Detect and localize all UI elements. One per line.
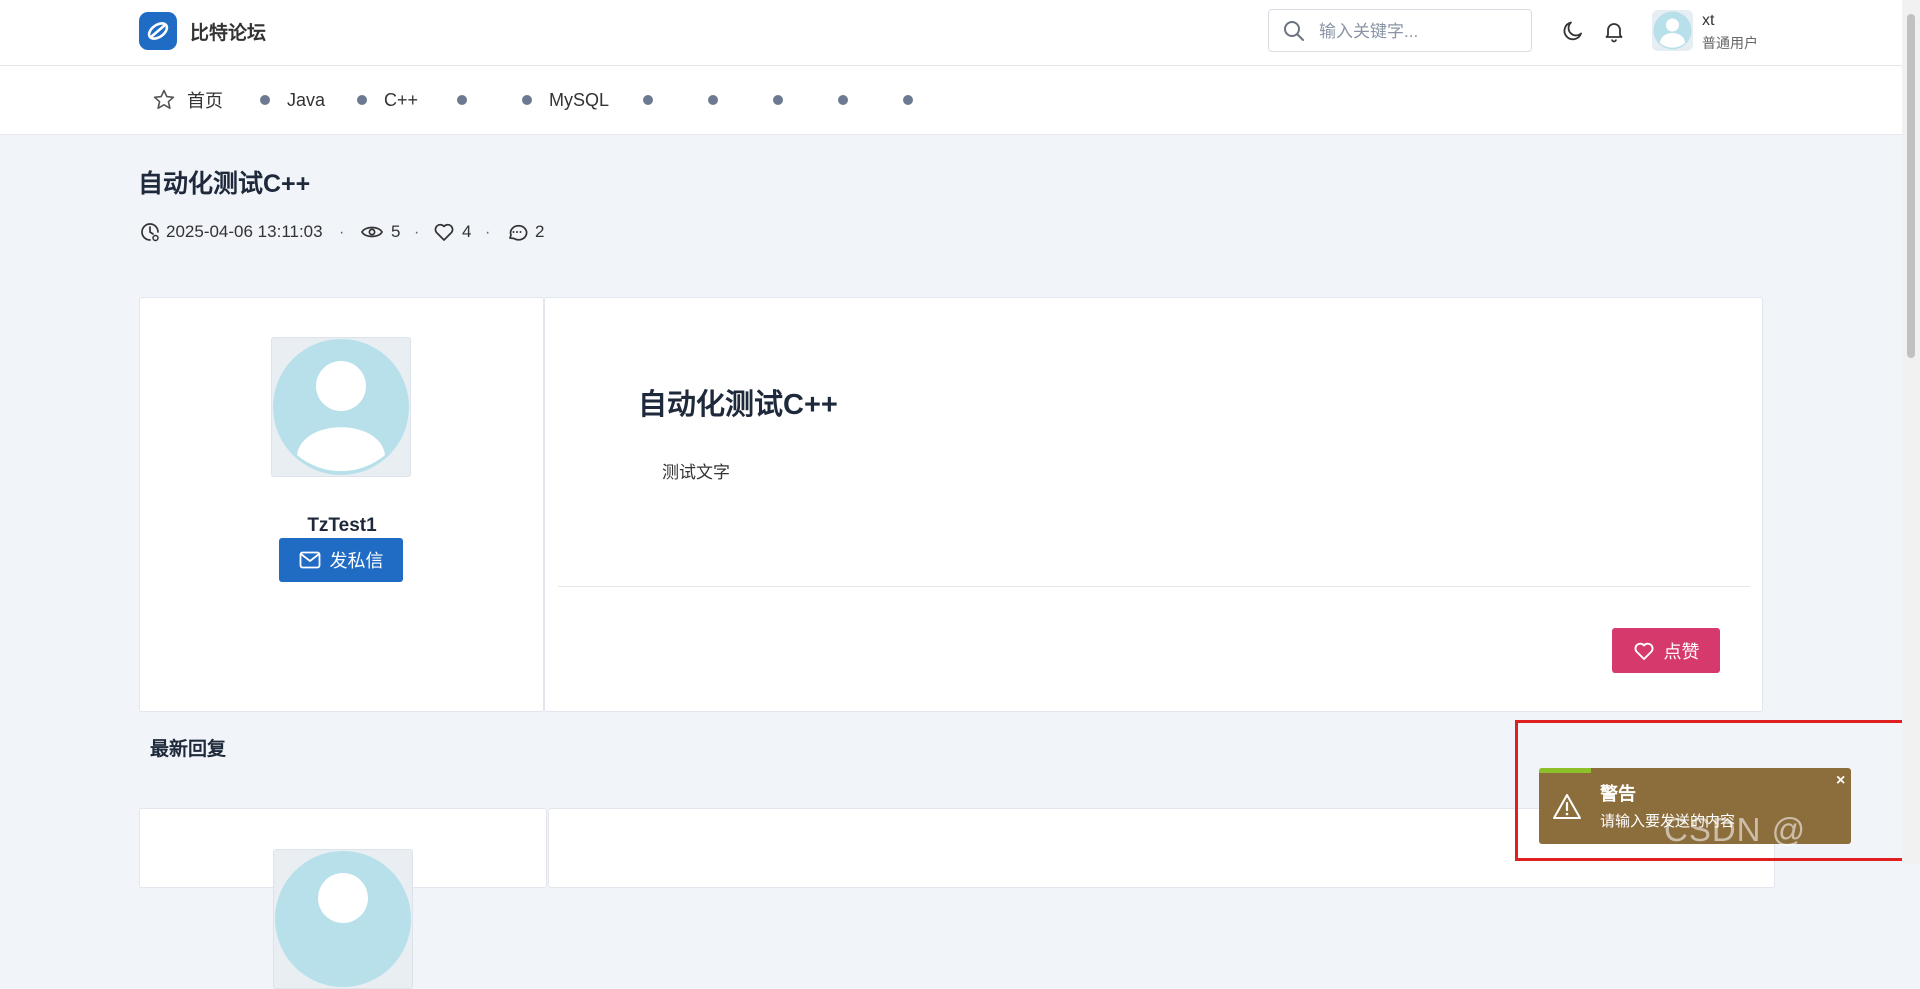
nav-item-label: Java (287, 89, 326, 110)
bell-icon[interactable] (1602, 19, 1626, 43)
latest-replies-title: 最新回复 (150, 739, 227, 760)
dot-icon (838, 95, 848, 105)
brand-name[interactable]: 比特论坛 (190, 18, 266, 45)
dot-icon (708, 95, 718, 105)
nav-item-label: MySQL (549, 89, 610, 110)
post-date: 2025-04-06 13:11:03 (139, 221, 323, 243)
content-divider (558, 586, 1750, 587)
likes-count: 4 (462, 222, 472, 241)
content-title: 自动化测试C++ (638, 389, 838, 421)
nav-item-5[interactable] (643, 66, 670, 134)
post-content-card: 自动化测试C++ 测试文字 点赞 (544, 297, 1763, 712)
scrollbar[interactable] (1902, 0, 1920, 864)
category-nav: 首页 Java C++ MySQL (0, 66, 1902, 135)
logo-icon[interactable] (139, 12, 177, 50)
close-icon[interactable]: × (1836, 771, 1845, 791)
user-avatar[interactable] (1652, 10, 1693, 51)
dot-icon (522, 95, 532, 105)
eye-icon (360, 221, 384, 243)
meta-separator: · (485, 224, 491, 241)
watermark: CSDN @ (1664, 811, 1807, 848)
search-icon (1283, 20, 1305, 47)
like-label: 点赞 (1663, 641, 1700, 662)
star-icon (152, 88, 176, 112)
content-text: 测试文字 (662, 463, 730, 482)
nav-item-java[interactable]: Java (260, 66, 325, 134)
send-message-label: 发私信 (329, 551, 384, 571)
meta-separator: · (414, 224, 420, 241)
search-box[interactable] (1268, 9, 1532, 52)
warning-icon (1552, 792, 1582, 825)
author-card: TzTest1 发私信 (139, 297, 544, 712)
meta-separator: · (339, 224, 345, 241)
moon-icon[interactable] (1561, 19, 1585, 43)
clock-icon (139, 221, 161, 243)
dot-icon (357, 95, 367, 105)
search-input[interactable] (1317, 18, 1521, 46)
user-role: 普通用户 (1702, 35, 1758, 51)
page-title: 自动化测试C++ (138, 170, 311, 198)
toast-title: 警告 (1600, 784, 1636, 804)
comment-icon (506, 221, 528, 243)
author-avatar[interactable] (271, 337, 411, 477)
reply-author-card (139, 808, 547, 989)
nav-item-cpp[interactable]: C++ (357, 66, 418, 134)
author-name[interactable]: TzTest1 (140, 515, 544, 537)
dot-icon (457, 95, 467, 105)
dot-icon (903, 95, 913, 105)
views-count: 5 (391, 222, 401, 241)
heart-icon (433, 221, 455, 243)
heart-icon (1633, 640, 1655, 662)
nav-item-mysql[interactable]: MySQL (522, 66, 609, 134)
nav-item-label: C++ (384, 89, 419, 110)
nav-home[interactable]: 首页 (152, 66, 223, 134)
nav-item-9[interactable] (903, 66, 930, 134)
nav-item-8[interactable] (838, 66, 865, 134)
dot-icon (260, 95, 270, 105)
post-views: 5 (360, 221, 400, 243)
post-comments: 2 (506, 221, 544, 243)
dot-icon (643, 95, 653, 105)
toast-progress-bar (1539, 768, 1591, 773)
post-datetime: 2025-04-06 13:11:03 (166, 222, 323, 241)
nav-item-7[interactable] (773, 66, 800, 134)
reply-author-avatar[interactable] (273, 849, 413, 989)
dot-icon (773, 95, 783, 105)
like-button[interactable]: 点赞 (1612, 628, 1720, 673)
user-name[interactable]: xt (1702, 12, 1714, 30)
post-likes: 4 (433, 221, 471, 243)
nav-item-6[interactable] (708, 66, 735, 134)
nav-home-label: 首页 (187, 91, 223, 111)
mail-icon (299, 551, 321, 569)
send-message-button[interactable]: 发私信 (279, 538, 403, 582)
scrollbar-thumb[interactable] (1907, 14, 1915, 358)
comments-count: 2 (535, 222, 545, 241)
top-header: 比特论坛 xt 普通用户 (0, 0, 1902, 66)
nav-item-3[interactable] (457, 66, 484, 134)
